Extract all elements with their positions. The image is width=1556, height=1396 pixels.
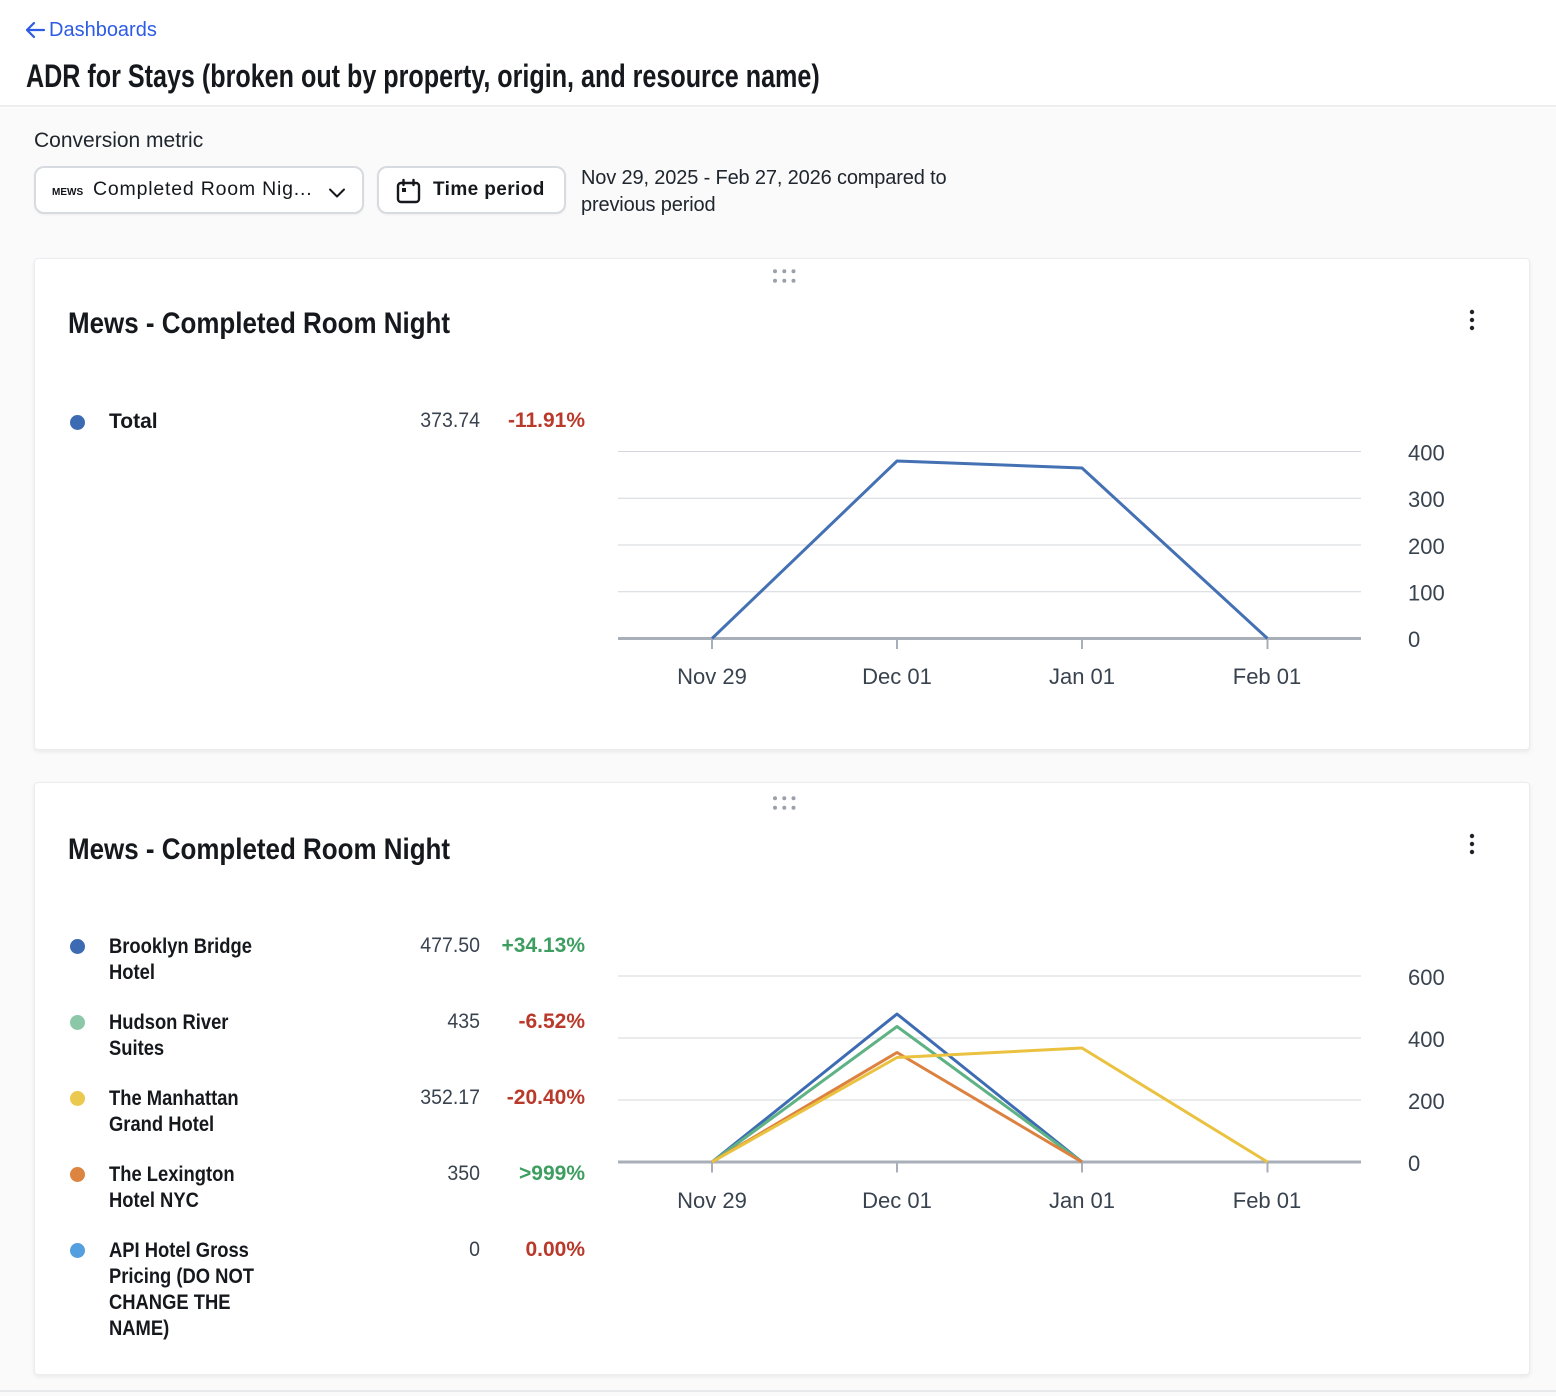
svg-text:Nov 29: Nov 29 xyxy=(677,664,747,689)
svg-text:0: 0 xyxy=(1408,627,1420,652)
svg-text:200: 200 xyxy=(1408,1089,1445,1114)
svg-text:300: 300 xyxy=(1408,487,1445,512)
svg-text:Jan 01: Jan 01 xyxy=(1049,1188,1115,1213)
svg-text:400: 400 xyxy=(1408,440,1445,465)
svg-text:0: 0 xyxy=(1408,1151,1420,1176)
svg-text:Feb 01: Feb 01 xyxy=(1233,664,1302,689)
svg-text:Dec 01: Dec 01 xyxy=(862,1188,932,1213)
svg-text:Feb 01: Feb 01 xyxy=(1233,1188,1302,1213)
svg-text:Dec 01: Dec 01 xyxy=(862,664,932,689)
svg-text:400: 400 xyxy=(1408,1027,1445,1052)
svg-text:Nov 29: Nov 29 xyxy=(677,1188,747,1213)
svg-text:200: 200 xyxy=(1408,534,1445,559)
svg-text:Jan 01: Jan 01 xyxy=(1049,664,1115,689)
svg-text:100: 100 xyxy=(1408,581,1445,606)
svg-text:600: 600 xyxy=(1408,965,1445,990)
